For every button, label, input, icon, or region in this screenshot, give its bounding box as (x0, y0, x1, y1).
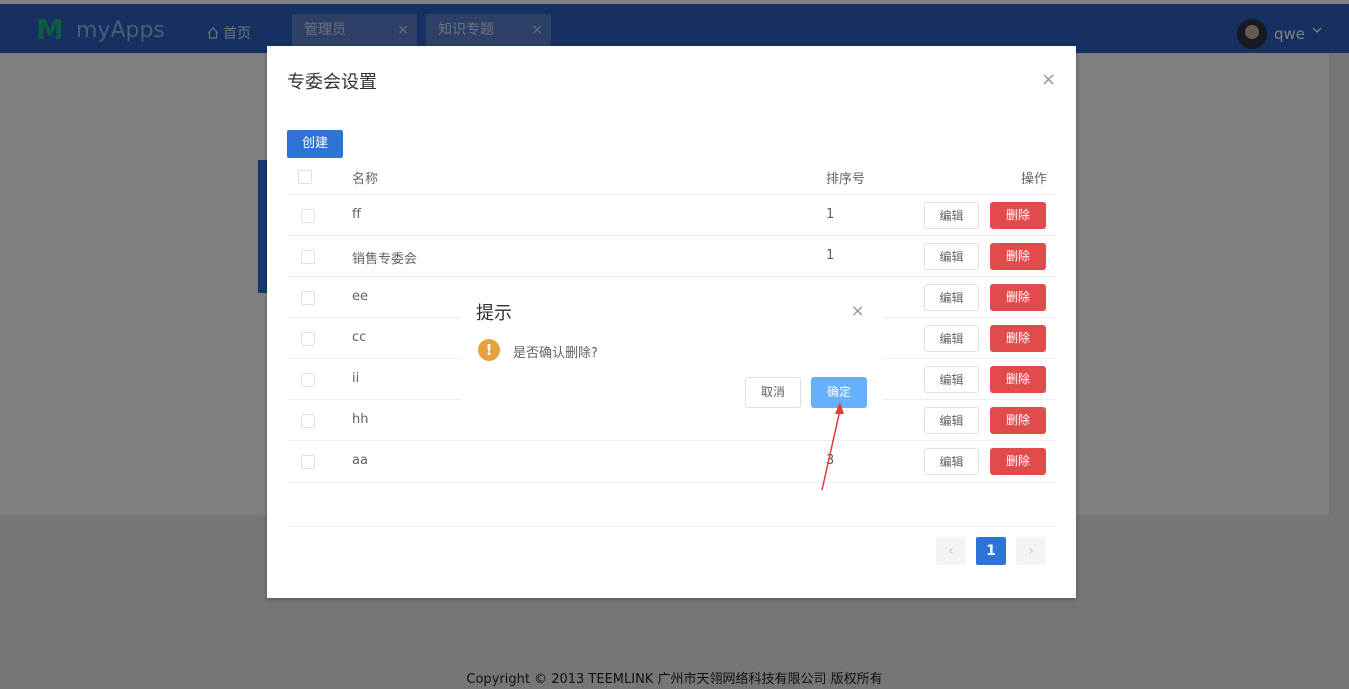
annotation-arrow-icon (821, 402, 844, 491)
